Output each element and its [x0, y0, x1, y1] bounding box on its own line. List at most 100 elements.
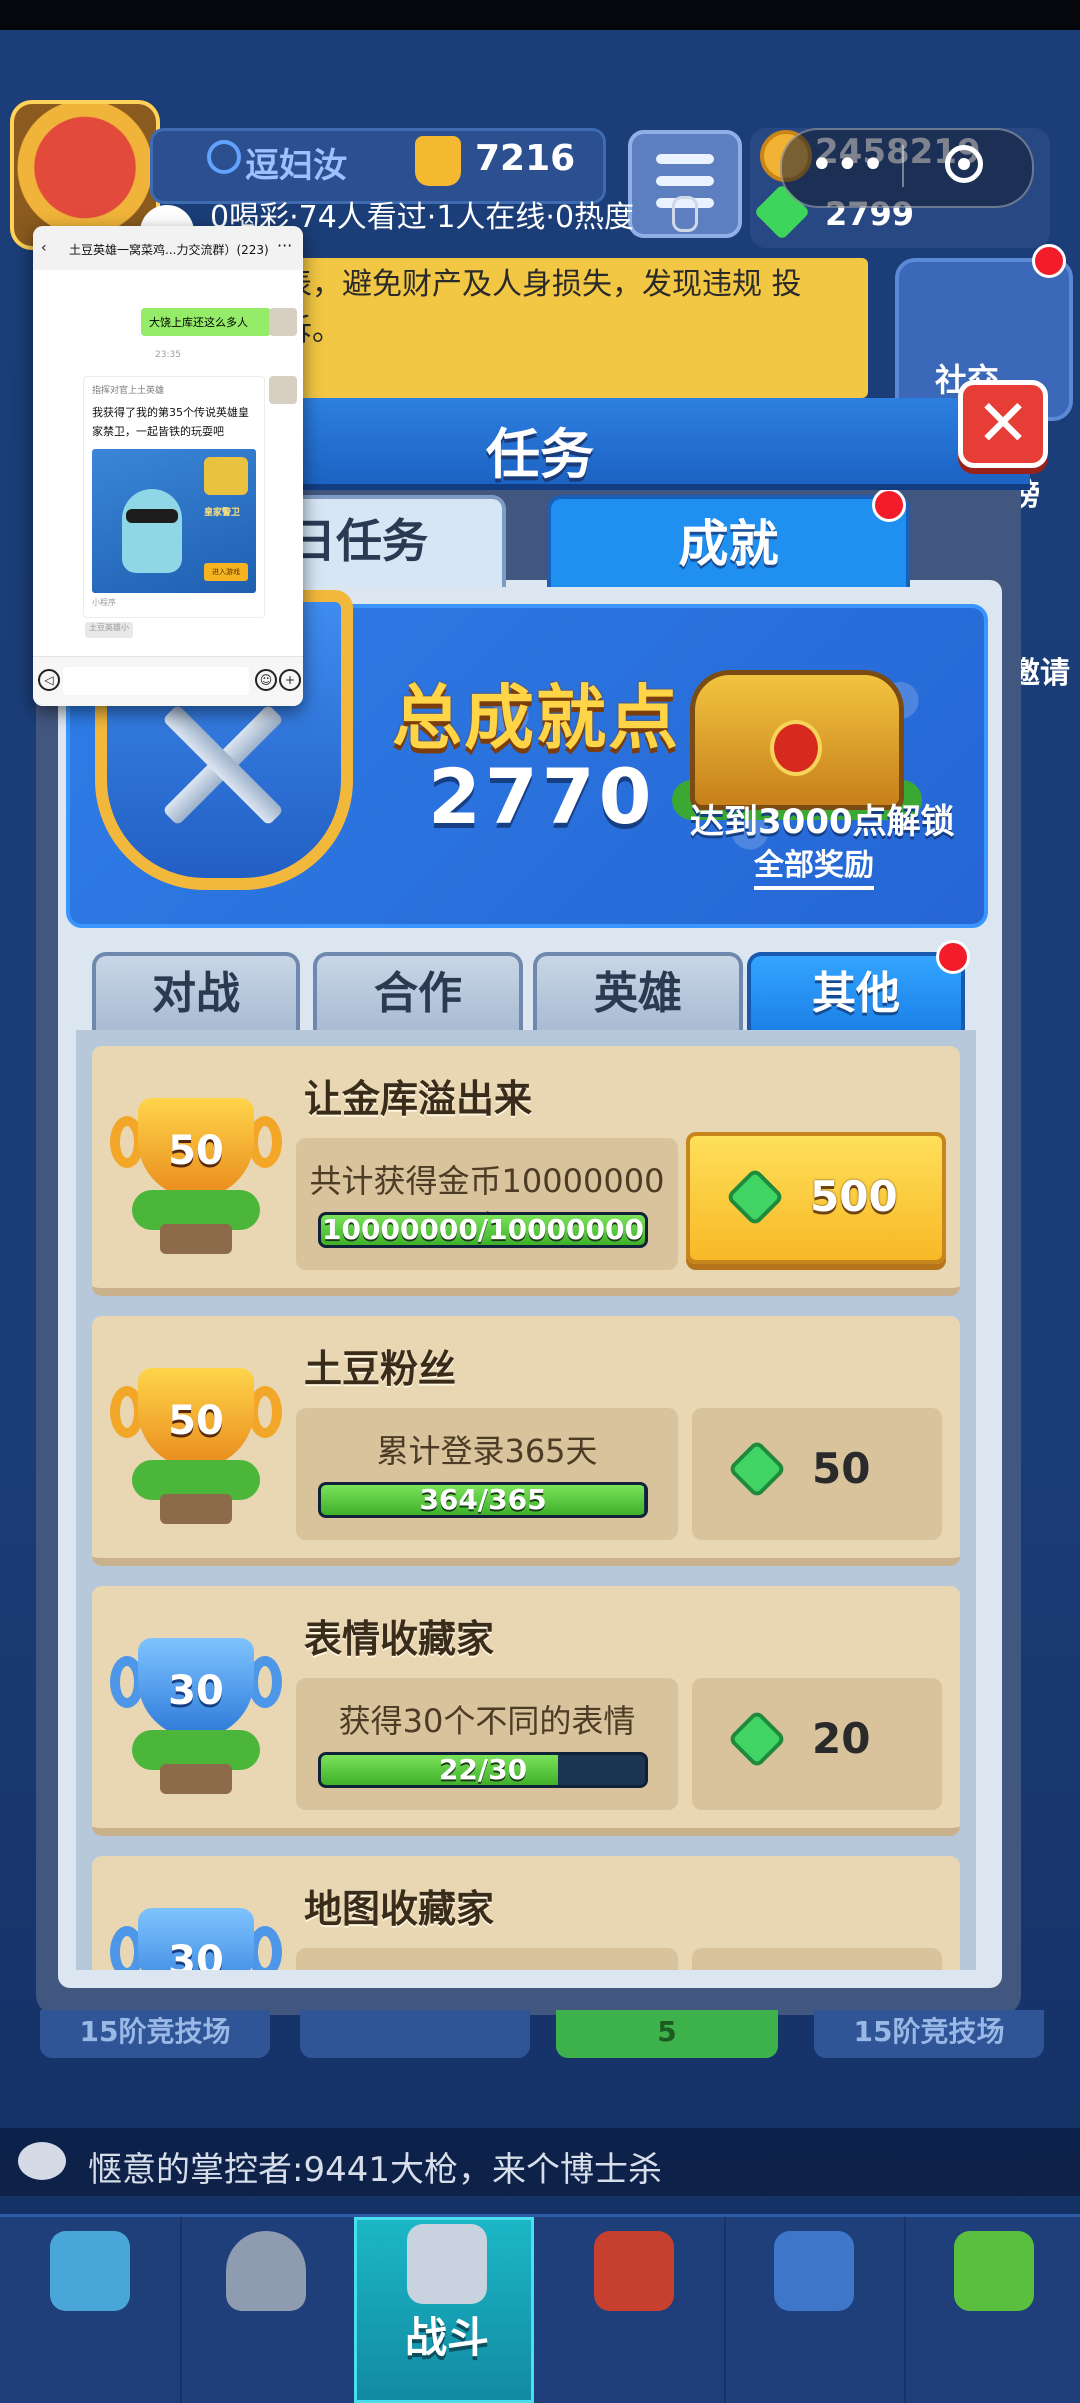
helmet-icon — [226, 2231, 306, 2311]
avatar[interactable] — [269, 308, 297, 336]
progress-bar: 364/365 — [318, 1482, 648, 1518]
achievement-card: 50 让金库溢出来 共计获得金币10000000个 10000000/10000… — [92, 1046, 960, 1296]
trophy-badge-number: 50 — [168, 1128, 224, 1174]
plus-icon[interactable]: + — [279, 669, 301, 691]
sword-icon — [407, 2224, 487, 2304]
nav-heroes[interactable] — [176, 2217, 358, 2403]
hero-character — [122, 489, 182, 573]
target-icon[interactable] — [945, 145, 983, 183]
sprout-icon — [954, 2231, 1034, 2311]
banner-title: 总成就点 — [392, 677, 680, 759]
achievement-card: 30 地图收藏家 — [92, 1856, 960, 1970]
shared-game-card[interactable]: 指挥对官上土英雄 我获得了我的第35个传说英雄皇家禁卫，一起皆铁的玩耍吧 皇家警… — [83, 376, 265, 618]
card-badge — [204, 457, 248, 495]
gem-icon — [725, 1167, 785, 1227]
back-icon[interactable]: ‹ — [41, 240, 47, 256]
trophy-icon: 50 — [110, 1350, 282, 1540]
nav-team[interactable] — [724, 2217, 906, 2403]
chat-icon — [18, 2142, 66, 2180]
trophy-icon: 30 — [110, 1890, 282, 1970]
sunglasses — [126, 509, 178, 523]
chat-title: 土豆英雄一窝菜鸡...力交流群）(223) — [69, 243, 269, 257]
message-time: 23:35 — [155, 350, 181, 360]
chest-gem — [770, 720, 822, 776]
emoji-icon[interactable]: ☺ — [255, 669, 277, 691]
achievement-title: 表情收藏家 — [304, 1617, 495, 1661]
all-rewards-link[interactable]: 全部奖励 — [754, 840, 874, 890]
reward-box: 50 — [692, 1408, 942, 1540]
gem-icon — [727, 1709, 787, 1769]
notice-text: 表，避免财产及人身损失，发现违规 投诉。 — [282, 267, 802, 348]
nav-garden[interactable] — [904, 2217, 1080, 2403]
chat-input-bar: ◁ ☺ + — [33, 656, 303, 706]
claim-reward-button[interactable]: 500 — [686, 1132, 946, 1264]
arena-button-blank[interactable] — [300, 2010, 530, 2058]
category-tab-battle[interactable]: 对战 — [92, 952, 300, 1032]
capsule-divider — [902, 145, 904, 187]
menu-icon-line — [656, 176, 714, 186]
nav-battle-label: 战斗 — [404, 2313, 489, 2362]
chat-input[interactable] — [63, 667, 249, 695]
chat-header: ‹ 土豆英雄一窝菜鸡...力交流群）(223) ··· — [33, 226, 303, 270]
more-icon[interactable]: ••• — [810, 145, 887, 185]
reward-amount: 50 — [812, 1444, 871, 1493]
trophy-badge-number: 30 — [168, 1668, 224, 1714]
team-icon — [774, 2231, 854, 2311]
menu-icon-line — [656, 154, 714, 164]
my-message-bubble: 大饶上库还这么多人 — [141, 308, 271, 336]
category-tab-coop[interactable]: 合作 — [313, 952, 523, 1032]
male-icon — [207, 140, 241, 174]
progress-bar: 10000000/10000000 — [318, 1212, 648, 1248]
category-tab-other[interactable]: 其他 — [747, 952, 965, 1032]
achievement-title: 地图收藏家 — [304, 1887, 495, 1931]
mic-off-icon[interactable] — [672, 196, 698, 232]
nav-shop[interactable] — [0, 2217, 182, 2403]
floating-chat-window[interactable]: ‹ 土豆英雄一窝菜鸡...力交流群）(223) ··· 大饶上库还这么多人 23… — [33, 226, 303, 706]
more-icon[interactable]: ··· — [277, 236, 292, 255]
achievement-list[interactable]: 50 让金库溢出来 共计获得金币10000000个 10000000/10000… — [76, 1030, 976, 1970]
arena-button-right[interactable]: 15阶竞技场 — [814, 2010, 1044, 2058]
category-tab-hero[interactable]: 英雄 — [533, 952, 743, 1032]
nav-guild[interactable] — [544, 2217, 726, 2403]
shop-icon — [50, 2231, 130, 2311]
trophy-badge-number: 30 — [168, 1938, 224, 1970]
arena-green-button[interactable]: 5 — [556, 2010, 778, 2058]
ticker-text: 惬意的掌控者:9441大枪，来个博士杀 — [88, 2150, 662, 2190]
card-image: 皇家警卫 进入游戏 — [92, 449, 256, 593]
player-name: 逗妇汝 — [245, 146, 347, 186]
achievement-desc-box — [296, 1948, 678, 1970]
chat-ticker[interactable]: 惬意的掌控者:9441大枪，来个博士杀 — [0, 2128, 1080, 2196]
social-notification-dot — [1032, 244, 1066, 278]
achievement-desc-box: 获得30个不同的表情 22/30 — [296, 1678, 678, 1810]
crown-icon — [594, 2231, 674, 2311]
achievements-notification-dot — [872, 488, 906, 522]
achievement-desc: 获得30个不同的表情 — [338, 1702, 636, 1740]
achievement-title: 土豆粉丝 — [304, 1347, 457, 1391]
voice-icon[interactable]: ◁ — [38, 669, 60, 691]
close-button[interactable]: ✕ — [958, 380, 1048, 468]
reward-amount: 20 — [812, 1714, 871, 1763]
trophy-icon — [415, 136, 461, 186]
bottom-nav: 战斗 — [0, 2214, 1080, 2403]
close-icon: ✕ — [976, 387, 1030, 461]
progress-text: 10000000/10000000 — [322, 1213, 644, 1246]
tab-daily-tasks-label: 日任务 — [290, 514, 428, 568]
progress-text: 364/365 — [419, 1483, 547, 1516]
arena-button-left[interactable]: 15阶竞技场 — [40, 2010, 270, 2058]
unlock-text: 达到3000点解锁 — [690, 802, 955, 842]
avatar[interactable] — [269, 376, 297, 404]
nav-battle[interactable]: 战斗 — [354, 2217, 534, 2403]
total-achievement-points: 2770 — [428, 752, 656, 841]
card-source: 指挥对官上土英雄 — [92, 386, 165, 396]
tab-achievements-label: 成就 — [678, 515, 779, 573]
card-cta-button[interactable]: 进入游戏 — [204, 563, 248, 581]
trophy-count: 7216 — [475, 138, 576, 179]
achievement-title: 让金库溢出来 — [304, 1077, 533, 1121]
achievement-desc: 累计登录365天 — [376, 1432, 598, 1470]
other-notification-dot — [936, 940, 970, 974]
reward-amount: 500 — [810, 1172, 898, 1221]
status-bar — [0, 0, 1080, 30]
gem-icon — [727, 1439, 787, 1499]
achievement-card: 50 土豆粉丝 累计登录365天 364/365 50 — [92, 1316, 960, 1566]
card-badge-text: 皇家警卫 — [204, 508, 241, 518]
